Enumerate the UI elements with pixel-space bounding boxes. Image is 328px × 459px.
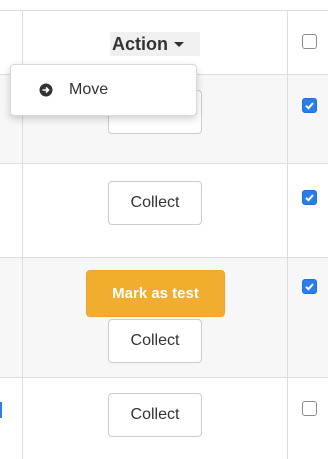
mark-as-test-button[interactable]: Mark as test [86, 270, 225, 317]
collect-button-label: Collect [130, 332, 180, 349]
action-column-header[interactable]: Action [110, 32, 200, 56]
row-divider [0, 257, 328, 258]
column-divider [287, 10, 288, 459]
row-divider [0, 377, 328, 378]
row-checkbox[interactable] [302, 279, 317, 294]
dropdown-item-move[interactable]: Move [69, 81, 108, 99]
mark-as-test-label: Mark as test [112, 285, 199, 302]
row-divider [0, 10, 328, 11]
row-divider [0, 163, 328, 164]
collect-button[interactable]: Collect [108, 181, 202, 225]
select-all-checkbox[interactable] [302, 34, 317, 49]
check-icon [305, 102, 314, 110]
caret-down-icon [174, 41, 184, 47]
collect-button[interactable]: Collect [108, 393, 202, 437]
collect-button[interactable]: Collect [108, 319, 202, 363]
action-dropdown-menu: Move [10, 64, 197, 116]
row-link-fragment[interactable] [0, 402, 2, 418]
row-checkbox[interactable] [302, 190, 317, 205]
check-icon [305, 283, 314, 291]
row-checkbox[interactable] [302, 98, 317, 113]
collect-button-label: Collect [130, 194, 180, 211]
table-view: Action Collect Collect Mark as test Coll… [0, 0, 328, 459]
arrow-circle-right-icon [39, 83, 53, 97]
collect-button-label: Collect [130, 406, 180, 423]
action-header-label: Action [112, 33, 168, 54]
row-checkbox[interactable] [302, 401, 317, 416]
check-icon [305, 194, 314, 202]
